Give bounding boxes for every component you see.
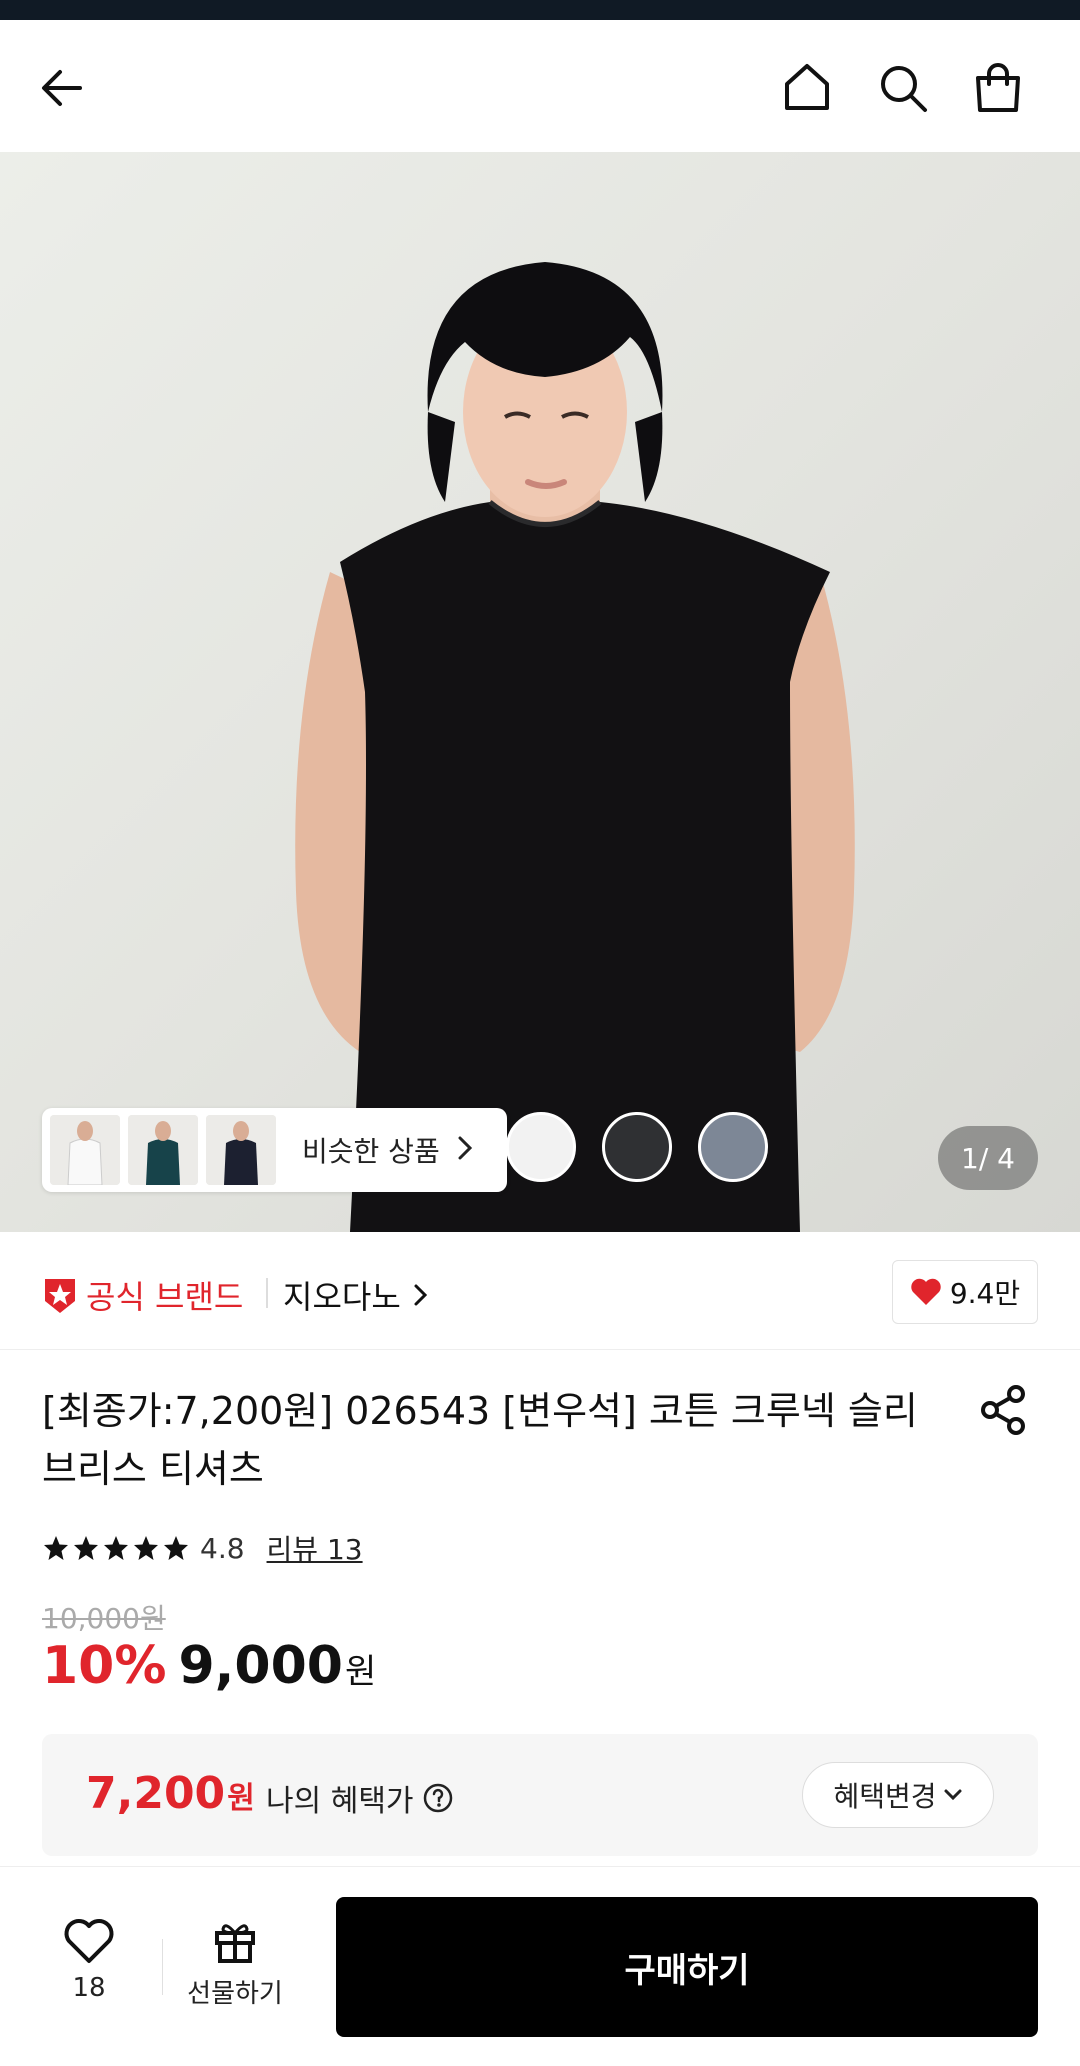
benefit-price-unit: 원 <box>227 1781 255 1816</box>
benefit-price-amount: 7,200 <box>86 1768 226 1819</box>
benefit-change-label: 혜택변경 <box>833 1780 937 1813</box>
my-benefit-label: 나의 혜택가 <box>266 1776 454 1820</box>
official-brand-label: 공식 브랜드 <box>86 1278 244 1316</box>
search-icon[interactable] <box>873 58 933 118</box>
heart-outline-icon <box>64 1919 114 1963</box>
brand-like-button[interactable]: 9.4만 <box>892 1260 1038 1324</box>
chevron-right-icon <box>414 1284 427 1306</box>
bottom-action-bar: 18 선물하기 구매하기 <box>0 1866 1080 2066</box>
similar-thumb-navy <box>206 1115 276 1185</box>
bottom-divider <box>162 1939 163 1995</box>
wishlist-button[interactable]: 18 <box>44 1917 134 2003</box>
product-image-gallery[interactable]: 비슷한 상품 1/ 4 <box>0 152 1080 1232</box>
benefit-price-box: 7,200 원 나의 혜택가 혜택변경 <box>42 1734 1038 1856</box>
price-unit: 원 <box>344 1652 377 1692</box>
brand-like-count: 9.4만 <box>949 1277 1021 1310</box>
product-title: [최종가:7,200원] 026543 [변우석] 코튼 크루넥 슬리브리스 티… <box>42 1389 918 1491</box>
back-arrow-icon[interactable] <box>32 58 92 118</box>
status-bar <box>0 0 1080 20</box>
sale-price: 9,000 <box>178 1636 343 1696</box>
benefit-label-text: 나의 혜택가 <box>266 1784 414 1819</box>
chevron-down-icon <box>944 1789 962 1801</box>
rating-value: 4.8 <box>200 1531 245 1565</box>
top-navigation-bar <box>0 20 1080 152</box>
brand-row: 공식 브랜드 지오다노 9.4만 <box>0 1232 1080 1350</box>
heart-filled-icon <box>911 1278 941 1305</box>
official-brand-badge: 공식 브랜드 <box>42 1272 243 1318</box>
star-icon <box>164 1536 188 1560</box>
benefit-price: 7,200 원 <box>86 1768 255 1819</box>
brand-divider <box>266 1278 268 1308</box>
home-icon[interactable] <box>777 58 837 118</box>
gift-label: 선물하기 <box>187 1979 283 2009</box>
price-row: 10% 9,000 원 <box>42 1636 376 1696</box>
shopping-bag-icon[interactable] <box>968 58 1028 118</box>
star-rating <box>42 1534 190 1562</box>
gift-button[interactable]: 선물하기 <box>180 1917 290 2010</box>
share-icon[interactable] <box>978 1384 1030 1440</box>
color-swatch-white[interactable] <box>506 1112 576 1182</box>
similar-thumb-teal <box>128 1115 198 1185</box>
similar-products-label: 비슷한 상품 <box>302 1135 440 1168</box>
official-badge-icon <box>45 1279 75 1313</box>
similar-products-button[interactable]: 비슷한 상품 <box>42 1108 507 1192</box>
star-icon <box>44 1536 68 1560</box>
star-icon <box>104 1536 128 1560</box>
brand-name: 지오다노 <box>283 1278 401 1316</box>
review-link[interactable]: 리뷰 13 <box>267 1528 363 1568</box>
color-swatch-charcoal[interactable] <box>602 1112 672 1182</box>
star-icon <box>134 1536 158 1560</box>
star-icon <box>74 1536 98 1560</box>
gift-icon <box>215 1924 255 1963</box>
benefit-change-button[interactable]: 혜택변경 <box>802 1762 994 1828</box>
brand-link[interactable]: 지오다노 <box>283 1272 431 1318</box>
chevron-right-icon <box>456 1134 474 1166</box>
similar-thumb-white <box>50 1115 120 1185</box>
help-circle-icon[interactable] <box>422 1782 454 1814</box>
image-counter: 1/ 4 <box>938 1126 1038 1190</box>
product-photo <box>295 262 855 1232</box>
rating-row: 4.8 리뷰 13 <box>42 1528 363 1568</box>
original-price: 10,000원 <box>42 1602 166 1635</box>
wishlist-count: 18 <box>72 1973 106 2003</box>
buy-button[interactable]: 구매하기 <box>336 1897 1038 2037</box>
discount-rate: 10% <box>42 1636 167 1696</box>
color-swatch-gray[interactable] <box>698 1112 768 1182</box>
